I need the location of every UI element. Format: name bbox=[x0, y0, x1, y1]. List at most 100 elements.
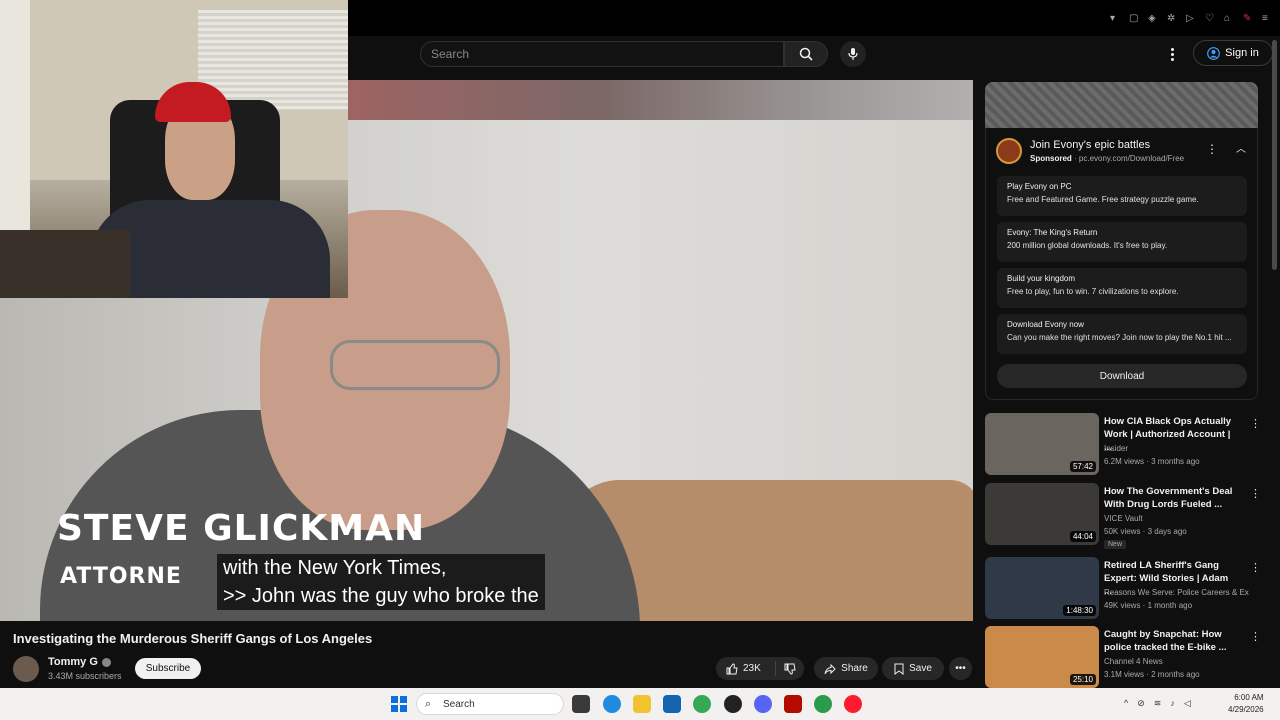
video-thumbnail[interactable]: 1:48:30 bbox=[985, 557, 1099, 619]
search-icon: ⌕ bbox=[425, 698, 432, 710]
recommended-meta: 50K views · 3 days ago bbox=[1104, 527, 1187, 536]
dislike-button[interactable] bbox=[776, 663, 804, 675]
ad-sitelink[interactable]: Download Evony now Can you make the righ… bbox=[997, 314, 1247, 354]
chrome-profile-icon[interactable] bbox=[814, 695, 832, 713]
video-menu-button[interactable]: ⋮ bbox=[1250, 630, 1261, 643]
subscriber-count: 3.43M subscribers bbox=[48, 671, 122, 681]
video-thumbnail[interactable]: 57:42 bbox=[985, 413, 1099, 475]
discord-icon[interactable] bbox=[754, 695, 772, 713]
recommended-video[interactable]: 57:42 How CIA Black Ops Actually Work | … bbox=[985, 413, 1270, 479]
task-view-icon[interactable] bbox=[572, 695, 590, 713]
play-icon[interactable]: ▷ bbox=[1186, 14, 1196, 24]
recommended-meta: 6.2M views · 3 months ago bbox=[1104, 457, 1200, 466]
ad-sitelink[interactable]: Play Evony on PC Free and Featured Game.… bbox=[997, 176, 1247, 216]
video-thumbnail[interactable]: 25:10 bbox=[985, 626, 1099, 688]
network-off-icon[interactable]: ⊘ bbox=[1137, 698, 1145, 709]
webcam-overlay bbox=[0, 0, 348, 298]
duration-badge: 44:04 bbox=[1069, 531, 1096, 542]
recommended-video[interactable]: 25:10 Caught by Snapchat: How police tra… bbox=[985, 626, 1270, 688]
ad-menu-button[interactable]: ⋮ bbox=[1206, 142, 1218, 156]
pin-icon[interactable]: ▾ bbox=[1110, 14, 1120, 24]
search-icon bbox=[799, 47, 813, 61]
ad-banner-image[interactable] bbox=[985, 82, 1258, 128]
evony-logo[interactable] bbox=[996, 138, 1022, 164]
recommended-channel[interactable]: Insider bbox=[1104, 444, 1249, 453]
share-icon bbox=[824, 663, 836, 674]
edge-icon[interactable] bbox=[603, 695, 621, 713]
voice-search-button[interactable] bbox=[840, 41, 866, 67]
video-menu-button[interactable]: ⋮ bbox=[1250, 417, 1261, 430]
heart-icon[interactable]: ♡ bbox=[1205, 14, 1215, 24]
ad-sitelink[interactable]: Evony: The King's Return 200 million glo… bbox=[997, 222, 1247, 262]
browser-extension-icons: ▾ ▢ ◈ ✲ ▷ ♡ ⌂ ✎ ≡ bbox=[1110, 14, 1272, 24]
settings-menu-button[interactable] bbox=[1164, 44, 1180, 64]
duration-badge: 57:42 bbox=[1069, 461, 1096, 472]
menu-icon[interactable]: ≡ bbox=[1262, 14, 1272, 24]
clock-time: 6:00 AM bbox=[1234, 693, 1264, 702]
like-button[interactable]: 23K bbox=[716, 661, 776, 676]
file-explorer-icon[interactable] bbox=[633, 695, 651, 713]
shield-icon[interactable]: ◈ bbox=[1148, 14, 1158, 24]
more-actions-button[interactable]: ••• bbox=[949, 657, 972, 680]
recommended-title[interactable]: How The Government's Deal With Drug Lord… bbox=[1104, 485, 1234, 511]
sign-in-button[interactable]: Sign in bbox=[1193, 40, 1273, 66]
recommended-meta: 3.1M views · 2 months ago bbox=[1104, 670, 1200, 679]
volume-icon[interactable]: ◁ bbox=[1184, 698, 1191, 709]
youtube-header: Sign in bbox=[348, 36, 1280, 72]
ad-sitelink[interactable]: Build your kingdom Free to play, fun to … bbox=[997, 268, 1247, 308]
verified-icon bbox=[101, 657, 111, 667]
subscribe-button[interactable]: Subscribe bbox=[135, 658, 201, 679]
search-button[interactable] bbox=[784, 41, 828, 67]
tab-icon[interactable]: ▢ bbox=[1129, 14, 1139, 24]
opera-icon[interactable] bbox=[844, 695, 862, 713]
chevron-up-icon[interactable]: ^ bbox=[1124, 698, 1128, 709]
collapse-chevron-icon[interactable]: ︿ bbox=[1236, 140, 1246, 155]
recommended-title[interactable]: Caught by Snapchat: How police tracked t… bbox=[1104, 628, 1234, 654]
taskbar-search-label: Search bbox=[443, 698, 475, 710]
windows-start-icon[interactable] bbox=[391, 696, 407, 712]
windows-taskbar: ⌕ Search ^ ⊘ ≋ ♪ ◁ 6:00 AM 4/29/2026 bbox=[0, 688, 1280, 720]
taskbar-clock[interactable]: 6:00 AM 4/29/2026 bbox=[1228, 692, 1264, 716]
thumbs-up-icon bbox=[726, 662, 738, 674]
search-field[interactable] bbox=[420, 41, 784, 67]
recommended-channel[interactable]: Channel 4 News bbox=[1104, 657, 1249, 666]
thumbs-down-icon bbox=[784, 663, 796, 675]
taskbar-search[interactable]: ⌕ Search bbox=[416, 693, 564, 715]
sign-in-label: Sign in bbox=[1225, 47, 1259, 59]
lock-icon[interactable]: ⌂ bbox=[1224, 14, 1234, 24]
search-input[interactable] bbox=[421, 42, 783, 66]
ad-download-button[interactable]: Download bbox=[997, 364, 1247, 388]
duration-badge: 1:48:30 bbox=[1063, 605, 1096, 616]
ad-sponsor-line: Sponsored · pc.evony.com/Download/Free bbox=[1030, 154, 1185, 163]
more-icon: ••• bbox=[955, 663, 966, 674]
extension-icon[interactable]: ✎ bbox=[1243, 14, 1253, 24]
settings-icon[interactable]: ✲ bbox=[1167, 14, 1177, 24]
recommended-video[interactable]: 44:04 How The Government's Deal With Dru… bbox=[985, 483, 1270, 549]
channel-name[interactable]: Tommy G bbox=[48, 656, 111, 668]
caption-line-2: >> John was the guy who broke the bbox=[223, 585, 539, 607]
video-thumbnail[interactable]: 44:04 bbox=[985, 483, 1099, 545]
sponsored-ad-card: Join Evony's epic battles Sponsored · pc… bbox=[985, 128, 1258, 400]
store-icon[interactable] bbox=[663, 695, 681, 713]
save-label: Save bbox=[909, 663, 932, 674]
recommended-meta: 49K views · 1 month ago bbox=[1104, 601, 1193, 610]
ad-title[interactable]: Join Evony's epic battles bbox=[1030, 139, 1150, 151]
recommended-video[interactable]: 1:48:30 Retired LA Sheriff's Gang Expert… bbox=[985, 557, 1270, 623]
channel-avatar[interactable] bbox=[13, 656, 39, 682]
obs-icon[interactable] bbox=[724, 695, 742, 713]
chrome-icon[interactable] bbox=[693, 695, 711, 713]
recommended-channel[interactable]: VICE Vault bbox=[1104, 514, 1249, 523]
bookmark-icon bbox=[894, 663, 904, 675]
like-dislike-group: 23K bbox=[716, 657, 804, 680]
like-count: 23K bbox=[743, 663, 761, 674]
acrobat-icon[interactable] bbox=[784, 695, 802, 713]
save-button[interactable]: Save bbox=[882, 657, 944, 680]
video-menu-button[interactable]: ⋮ bbox=[1250, 561, 1261, 574]
share-label: Share bbox=[841, 663, 868, 674]
wifi-icon[interactable]: ≋ bbox=[1154, 698, 1162, 709]
share-button[interactable]: Share bbox=[814, 657, 878, 680]
microphone-icon[interactable]: ♪ bbox=[1170, 698, 1175, 709]
video-menu-button[interactable]: ⋮ bbox=[1250, 487, 1261, 500]
page-scrollbar[interactable] bbox=[1272, 40, 1277, 270]
recommended-channel[interactable]: Reasons We Serve: Police Careers & Exp..… bbox=[1104, 588, 1249, 597]
